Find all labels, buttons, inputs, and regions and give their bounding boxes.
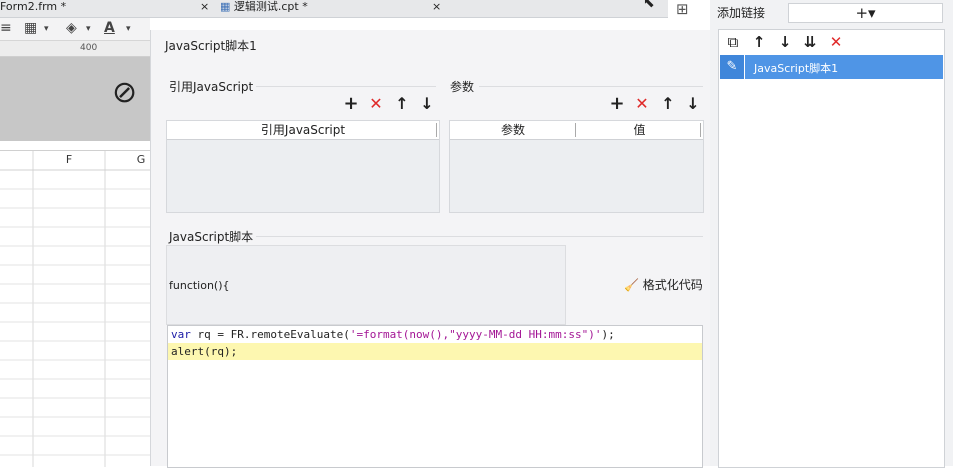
link-list: ⧉ ↑ ↓ ⇊ ✕ ✎ JavaScript脚本1 xyxy=(718,29,945,468)
function-header-box: function(){ xyxy=(166,245,566,325)
param-table[interactable]: 参数 值 xyxy=(449,120,704,213)
dialog-title: JavaScript脚本1 xyxy=(165,39,257,53)
format-code-button[interactable]: 🧹 格式化代码 xyxy=(624,276,703,293)
tab-bar: Form2.frm * × ▦ 逻辑测试.cpt * × ⬉ xyxy=(0,0,668,18)
ref-js-table-header[interactable]: 引用JavaScript xyxy=(167,121,439,140)
font-color-dropdown-icon[interactable]: ▾ xyxy=(126,24,131,34)
cursor-icon[interactable]: ⬉ xyxy=(643,0,655,14)
tab-logic-test-close-icon[interactable]: × xyxy=(432,0,441,17)
ref-js-table[interactable]: 引用JavaScript xyxy=(166,120,440,213)
script-divider xyxy=(256,236,703,237)
tab-logic-test-label: 逻辑测试.cpt * xyxy=(233,0,308,13)
delete-icon[interactable]: ✕ xyxy=(633,95,651,113)
code-token: var xyxy=(171,328,191,341)
javascript-dialog: JavaScript脚本1 引用JavaScript + ✕ ↑ ↓ 引用Jav… xyxy=(150,30,711,468)
param-table-header-value[interactable]: 值 xyxy=(576,121,703,140)
link-panel-title: 添加链接 xyxy=(717,6,766,20)
fill-dropdown-icon[interactable]: ▾ xyxy=(86,24,91,34)
tab-form2[interactable]: Form2.frm * xyxy=(0,0,66,17)
param-divider xyxy=(479,86,703,87)
ruler-mark: 400 xyxy=(80,43,98,53)
plus-icon[interactable]: + xyxy=(342,95,360,113)
function-header-text: function(){ xyxy=(169,279,230,292)
grid-lines xyxy=(0,151,150,467)
link-list-item-label: JavaScript脚本1 xyxy=(754,62,839,75)
move-bottom-icon[interactable]: ⇊ xyxy=(801,33,819,51)
param-table-header-separator xyxy=(700,123,701,137)
tab-form2-close-icon[interactable]: × xyxy=(200,0,209,17)
delete-icon[interactable]: ✕ xyxy=(827,33,845,51)
link-panel: 添加链接 +▾ ⧉ ↑ ↓ ⇊ ✕ ✎ JavaScript脚本1 xyxy=(710,0,953,468)
add-link-button[interactable]: +▾ xyxy=(788,3,943,23)
layout-icon[interactable]: ⊞ xyxy=(676,0,696,18)
column-header-f[interactable]: F xyxy=(33,151,105,169)
eye-off-icon[interactable]: ⊘ xyxy=(112,75,137,110)
arrow-up-icon[interactable]: ↑ xyxy=(750,33,768,51)
tab-form2-label: Form2.frm * xyxy=(0,0,67,13)
ref-js-table-header-separator xyxy=(436,123,437,137)
ref-js-divider xyxy=(256,86,436,87)
tab-logic-test[interactable]: ▦ 逻辑测试.cpt * xyxy=(220,0,308,17)
broom-icon: 🧹 xyxy=(624,278,639,292)
code-line-current: alert(rq); xyxy=(168,343,702,360)
link-list-item[interactable]: ✎ JavaScript脚本1 xyxy=(720,55,943,79)
border-icon[interactable]: ▦ xyxy=(24,20,37,36)
code-token: alert(rq); xyxy=(171,345,238,358)
ref-js-section-title: 引用JavaScript xyxy=(169,80,254,94)
fill-color-icon[interactable]: ◈ xyxy=(66,20,77,36)
font-color-icon[interactable]: A xyxy=(104,20,115,36)
sheet-grid: F G xyxy=(0,150,150,467)
param-section-title: 参数 xyxy=(450,80,475,94)
arrow-down-icon[interactable]: ↓ xyxy=(684,95,702,113)
arrow-up-icon[interactable]: ↑ xyxy=(393,95,411,113)
ruler: 400 xyxy=(0,41,150,57)
script-section-title: JavaScript脚本 xyxy=(169,230,254,244)
format-code-label: 格式化代码 xyxy=(642,278,703,292)
code-token: rq = FR.remoteEvaluate( xyxy=(190,328,350,341)
code-token: ); xyxy=(601,328,615,341)
code-editor[interactable]: var rq = FR.remoteEvaluate('=format(now(… xyxy=(167,325,703,468)
arrow-up-icon[interactable]: ↑ xyxy=(659,95,677,113)
copy-icon[interactable]: ⧉ xyxy=(724,33,742,51)
plus-icon[interactable]: + xyxy=(608,95,626,113)
pencil-icon[interactable]: ✎ xyxy=(720,55,745,79)
code-line: var rq = FR.remoteEvaluate('=format(now(… xyxy=(168,326,702,343)
align-icon[interactable]: ≡ xyxy=(0,20,12,36)
arrow-down-icon[interactable]: ↓ xyxy=(776,33,794,51)
arrow-down-icon[interactable]: ↓ xyxy=(418,95,436,113)
hidden-area: ⊘ xyxy=(0,57,150,141)
code-token: '=format(now(),"yyyy-MM-dd HH:mm:ss")' xyxy=(349,328,602,341)
param-table-header-separator xyxy=(575,123,576,137)
report-file-icon: ▦ xyxy=(220,0,234,13)
delete-icon[interactable]: ✕ xyxy=(367,95,385,113)
border-dropdown-icon[interactable]: ▾ xyxy=(44,24,49,34)
toolbar: ≡ ▦ ▾ ◈ ▾ A ▾ xyxy=(0,18,150,41)
param-table-header-name[interactable]: 参数 xyxy=(450,121,576,140)
